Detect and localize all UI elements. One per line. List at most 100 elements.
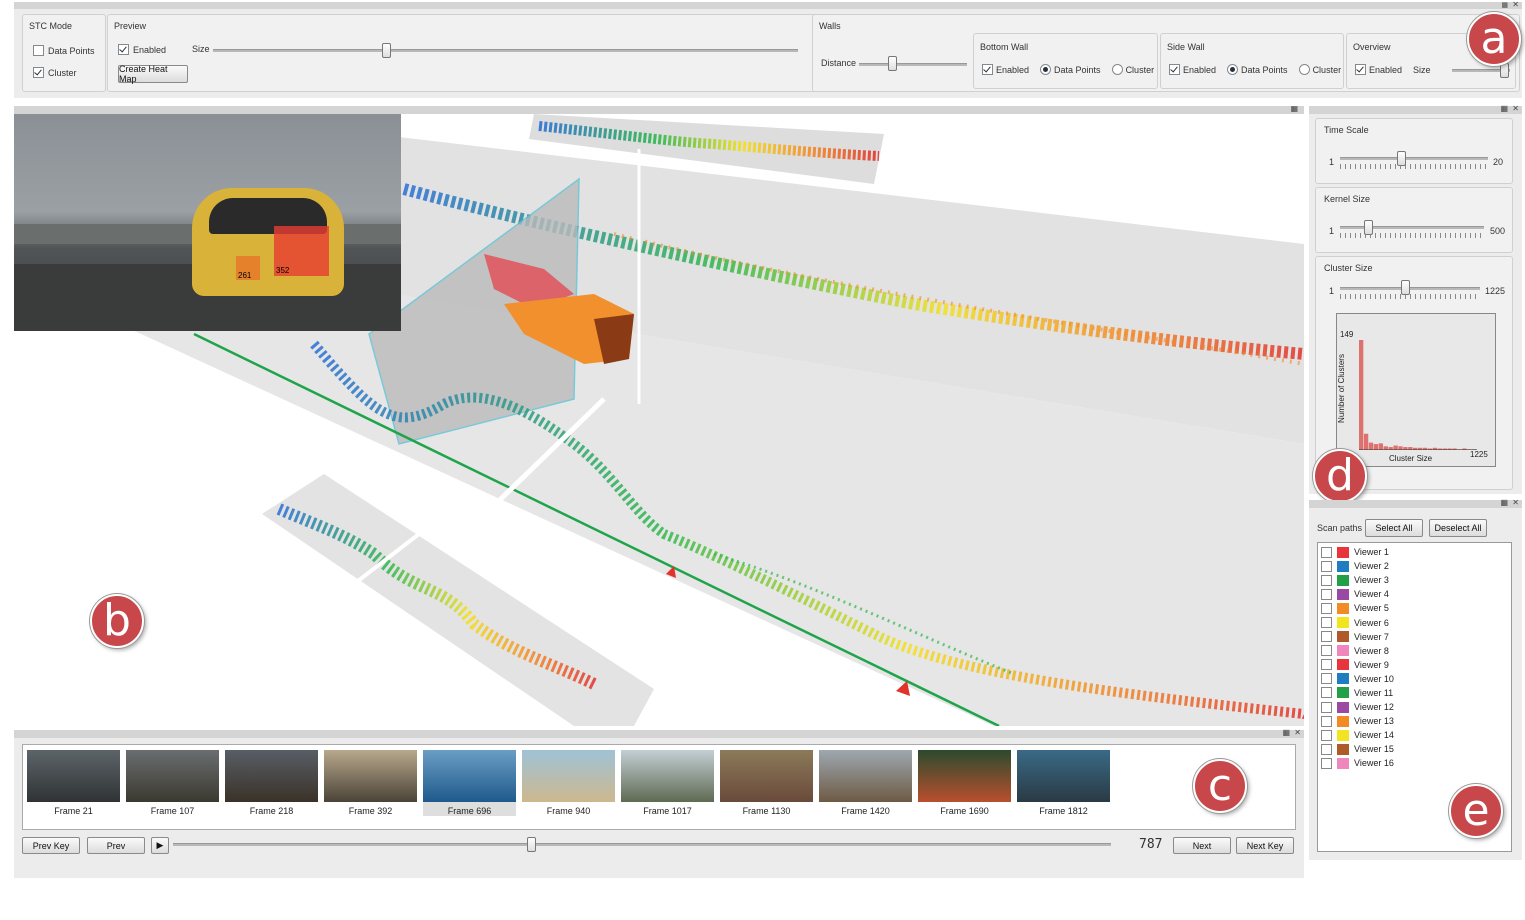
viewer-item[interactable]: Viewer 3 xyxy=(1318,573,1511,587)
keyframe-label: Frame 392 xyxy=(348,806,393,816)
data-points-checkbox[interactable] xyxy=(33,45,44,56)
viewer-checkbox[interactable] xyxy=(1321,546,1332,558)
viewer-checkbox[interactable] xyxy=(1321,602,1332,614)
viewer-item[interactable]: Viewer 16 xyxy=(1318,756,1511,770)
kernel-size-slider-track[interactable] xyxy=(1340,226,1484,229)
timeline-slider-handle[interactable] xyxy=(527,837,536,852)
viewer-checkbox[interactable] xyxy=(1321,701,1332,713)
close-icon[interactable]: ✕ xyxy=(1294,728,1301,737)
bottom-wall-cluster-label: Cluster xyxy=(1125,64,1155,75)
timeline-slider-track[interactable] xyxy=(173,843,1111,846)
viewer-color-swatch xyxy=(1337,588,1349,600)
viewer-item[interactable]: Viewer 6 xyxy=(1318,615,1511,629)
viewer-item[interactable]: Viewer 9 xyxy=(1318,658,1511,672)
cluster-checkbox[interactable] xyxy=(33,67,44,78)
keyframe-label: Frame 1812 xyxy=(1039,806,1088,816)
viewer-checkbox[interactable] xyxy=(1321,588,1332,600)
close-icon[interactable]: ✕ xyxy=(1512,498,1519,507)
kernel-size-slider-handle[interactable] xyxy=(1364,220,1373,235)
create-heat-map-button[interactable]: Create Heat Map xyxy=(118,64,188,84)
bottom-wall-enabled-checkbox[interactable] xyxy=(982,64,993,75)
viewer-item[interactable]: Viewer 11 xyxy=(1318,686,1511,700)
viewer-checkbox[interactable] xyxy=(1321,715,1332,727)
viewer-checkbox[interactable] xyxy=(1321,574,1332,586)
close-icon[interactable]: ✕ xyxy=(1512,0,1519,9)
viewer-checkbox[interactable] xyxy=(1321,757,1332,769)
keyframe-thumbnail[interactable]: Frame 940 xyxy=(522,750,615,816)
float-icon[interactable]: ▦ xyxy=(1500,104,1508,113)
keyframe-thumbnail[interactable]: Frame 107 xyxy=(126,750,219,816)
distance-slider-track[interactable] xyxy=(859,63,967,66)
time-scale-slider-track[interactable] xyxy=(1340,157,1488,160)
close-icon[interactable]: ✕ xyxy=(1512,104,1519,113)
viewer-color-swatch xyxy=(1337,715,1349,727)
next-key-button[interactable]: Next Key xyxy=(1236,837,1294,854)
float-icon[interactable]: ▦ xyxy=(1282,728,1290,737)
viewer-item[interactable]: Viewer 14 xyxy=(1318,728,1511,742)
viewer-label: Viewer 7 xyxy=(1354,631,1389,642)
viewer-checkbox[interactable] xyxy=(1321,645,1332,657)
select-all-button[interactable]: Select All xyxy=(1365,519,1423,537)
preview-size-slider-track[interactable] xyxy=(213,49,798,52)
keyframe-thumbnail[interactable]: Frame 21 xyxy=(27,750,120,816)
keyframe-thumbnail[interactable]: Frame 392 xyxy=(324,750,417,816)
viewer-checkbox[interactable] xyxy=(1321,673,1332,685)
viewer-item[interactable]: Viewer 12 xyxy=(1318,700,1511,714)
viewer-checkbox[interactable] xyxy=(1321,687,1332,699)
bottom-wall-data-points-radio[interactable] xyxy=(1040,64,1052,75)
viewer-checkbox[interactable] xyxy=(1321,729,1332,741)
keyframe-thumbnail[interactable]: Frame 1812 xyxy=(1017,750,1110,816)
cluster-size-slider-handle[interactable] xyxy=(1401,280,1410,295)
viewer-label: Viewer 6 xyxy=(1354,617,1389,628)
viewer-item[interactable]: Viewer 2 xyxy=(1318,559,1511,573)
preview-size-slider-handle[interactable] xyxy=(382,43,391,58)
walls-title: Walls xyxy=(819,21,841,31)
viewer-item[interactable]: Viewer 7 xyxy=(1318,630,1511,644)
keyframe-thumbnail[interactable]: Frame 1420 xyxy=(819,750,912,816)
viewer-item[interactable]: Viewer 10 xyxy=(1318,672,1511,686)
prev-key-button[interactable]: Prev Key xyxy=(22,837,80,854)
keyframe-thumbnail[interactable]: Frame 218 xyxy=(225,750,318,816)
float-icon[interactable]: ▦ xyxy=(1500,498,1508,507)
float-icon[interactable]: ▦ xyxy=(1290,106,1298,113)
preview-enabled-checkbox[interactable] xyxy=(118,44,129,55)
viewer-color-swatch xyxy=(1337,602,1349,614)
viewer-item[interactable]: Viewer 8 xyxy=(1318,644,1511,658)
viewer-label: Viewer 16 xyxy=(1354,758,1394,769)
viewer-checkbox[interactable] xyxy=(1321,560,1332,572)
viewer-checkbox[interactable] xyxy=(1321,617,1332,629)
overview-size-slider-handle[interactable] xyxy=(1500,63,1509,78)
side-wall-cluster-radio[interactable] xyxy=(1298,64,1310,75)
cluster-size-slider-track[interactable] xyxy=(1340,287,1480,290)
keyframe-label: Frame 218 xyxy=(249,806,294,816)
viewer-item[interactable]: Viewer 1 xyxy=(1318,545,1511,559)
keyframe-label: Frame 107 xyxy=(150,806,195,816)
overview-enabled-label: Enabled xyxy=(1369,64,1403,75)
kernel-size-max: 500 xyxy=(1490,226,1506,236)
viewer-label: Viewer 5 xyxy=(1354,603,1389,614)
viewer-item[interactable]: Viewer 5 xyxy=(1318,601,1511,615)
side-wall-enabled-checkbox[interactable] xyxy=(1169,64,1180,75)
viewer-item[interactable]: Viewer 15 xyxy=(1318,742,1511,756)
play-button[interactable]: ▶ xyxy=(151,837,169,854)
next-button[interactable]: Next xyxy=(1173,837,1231,854)
data-points-label: Data Points xyxy=(48,45,95,56)
keyframe-thumbnail[interactable]: Frame 1017 xyxy=(621,750,714,816)
float-icon[interactable]: ▦ xyxy=(1501,1,1508,9)
viewer-checkbox[interactable] xyxy=(1321,743,1332,755)
keyframe-thumbnail[interactable]: Frame 1690 xyxy=(918,750,1011,816)
time-scale-slider-handle[interactable] xyxy=(1397,151,1406,166)
deselect-all-button[interactable]: Deselect All xyxy=(1429,519,1487,537)
distance-slider-handle[interactable] xyxy=(888,56,897,71)
viewer-item[interactable]: Viewer 13 xyxy=(1318,714,1511,728)
overview-enabled-checkbox[interactable] xyxy=(1355,64,1366,75)
keyframe-thumbnail[interactable]: Frame 696 xyxy=(423,750,516,816)
bottom-wall-cluster-radio[interactable] xyxy=(1111,64,1123,75)
cluster-histogram: 149 Number of Clusters Cluster Size 1225 xyxy=(1336,313,1496,467)
viewer-item[interactable]: Viewer 4 xyxy=(1318,587,1511,601)
viewer-checkbox[interactable] xyxy=(1321,659,1332,671)
side-wall-data-points-radio[interactable] xyxy=(1227,64,1239,75)
viewer-checkbox[interactable] xyxy=(1321,631,1332,643)
keyframe-thumbnail[interactable]: Frame 1130 xyxy=(720,750,813,816)
prev-button[interactable]: Prev xyxy=(87,837,145,854)
